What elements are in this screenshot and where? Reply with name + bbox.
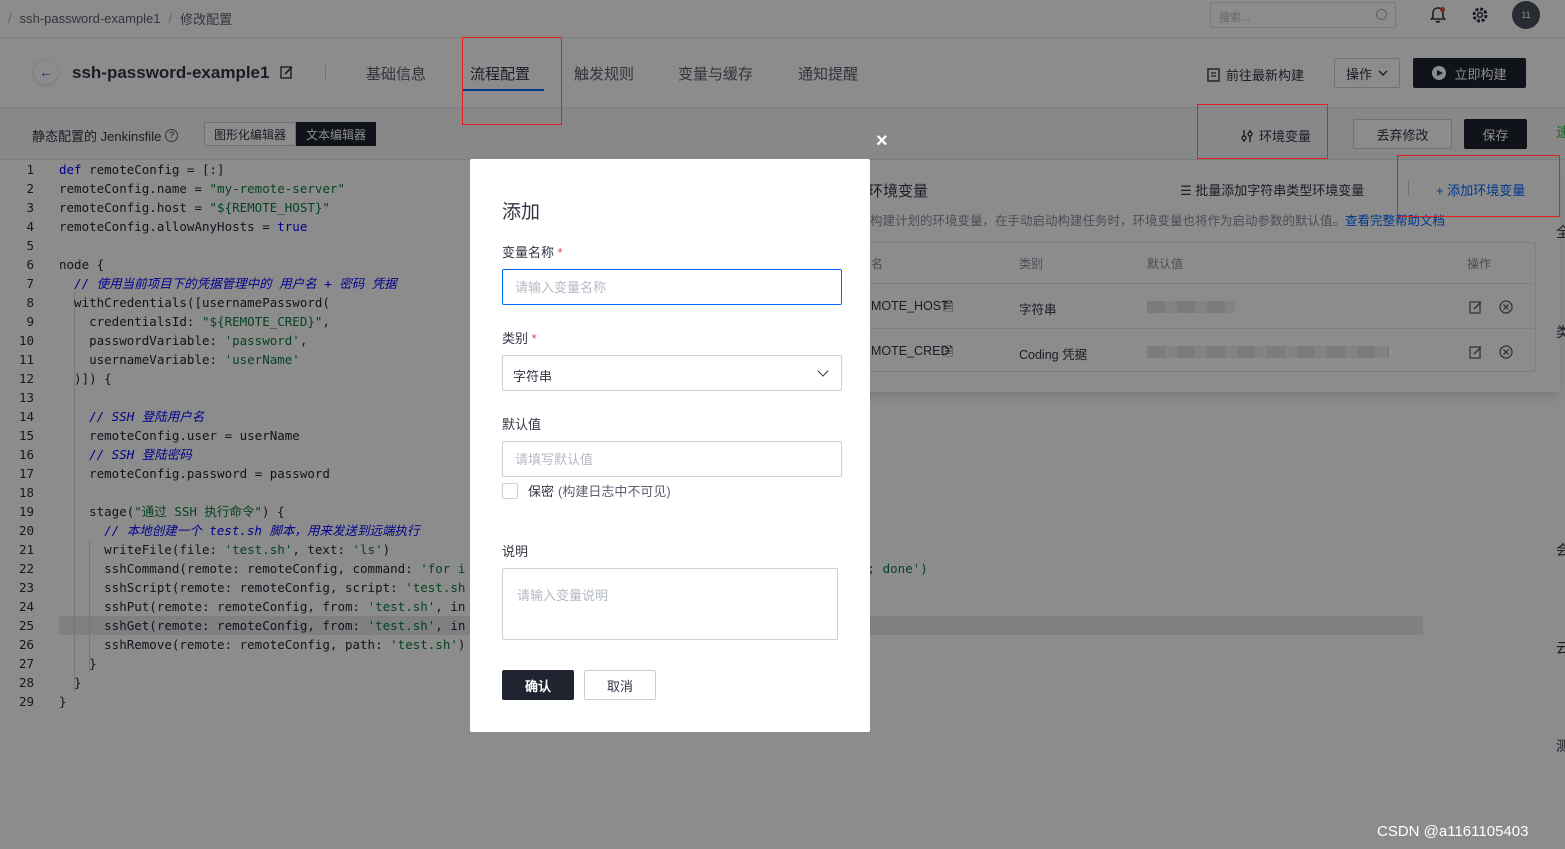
add-variable-modal: 添加 变量名称 * 类别 * 字符串 默认值 保密 (构建日志中不可见) 说明 … — [470, 159, 870, 732]
description-label: 说明 — [502, 544, 529, 559]
secret-hint: (构建日志中不可见) — [558, 484, 671, 499]
chevron-down-icon — [817, 365, 829, 377]
confirm-button[interactable]: 确认 — [502, 670, 574, 700]
description-textarea[interactable] — [502, 568, 838, 640]
watermark: CSDN @a1161105403 — [1377, 823, 1529, 840]
annotation-box — [1397, 155, 1560, 217]
cancel-button[interactable]: 取消 — [584, 670, 656, 700]
variable-name-label-text: 变量名称 — [502, 245, 555, 260]
default-value-input[interactable] — [502, 441, 842, 477]
secret-checkbox-row: 保密 (构建日志中不可见) — [502, 481, 671, 500]
variable-name-input[interactable] — [502, 269, 842, 305]
secret-checkbox[interactable] — [502, 482, 518, 499]
modal-title: 添加 — [502, 202, 541, 223]
type-select-value: 字符串 — [513, 369, 553, 384]
close-icon[interactable]: × — [876, 130, 888, 153]
type-label-text: 类别 — [502, 331, 529, 346]
type-select[interactable]: 字符串 — [502, 355, 842, 391]
required-mark: * — [531, 331, 537, 346]
variable-name-label: 变量名称 * — [502, 242, 563, 261]
required-mark: * — [557, 245, 563, 260]
annotation-box — [1197, 104, 1328, 159]
type-label: 类别 * — [502, 328, 537, 347]
annotation-box — [462, 37, 562, 125]
secret-label: 保密 — [528, 484, 555, 499]
default-value-label: 默认值 — [502, 417, 542, 432]
